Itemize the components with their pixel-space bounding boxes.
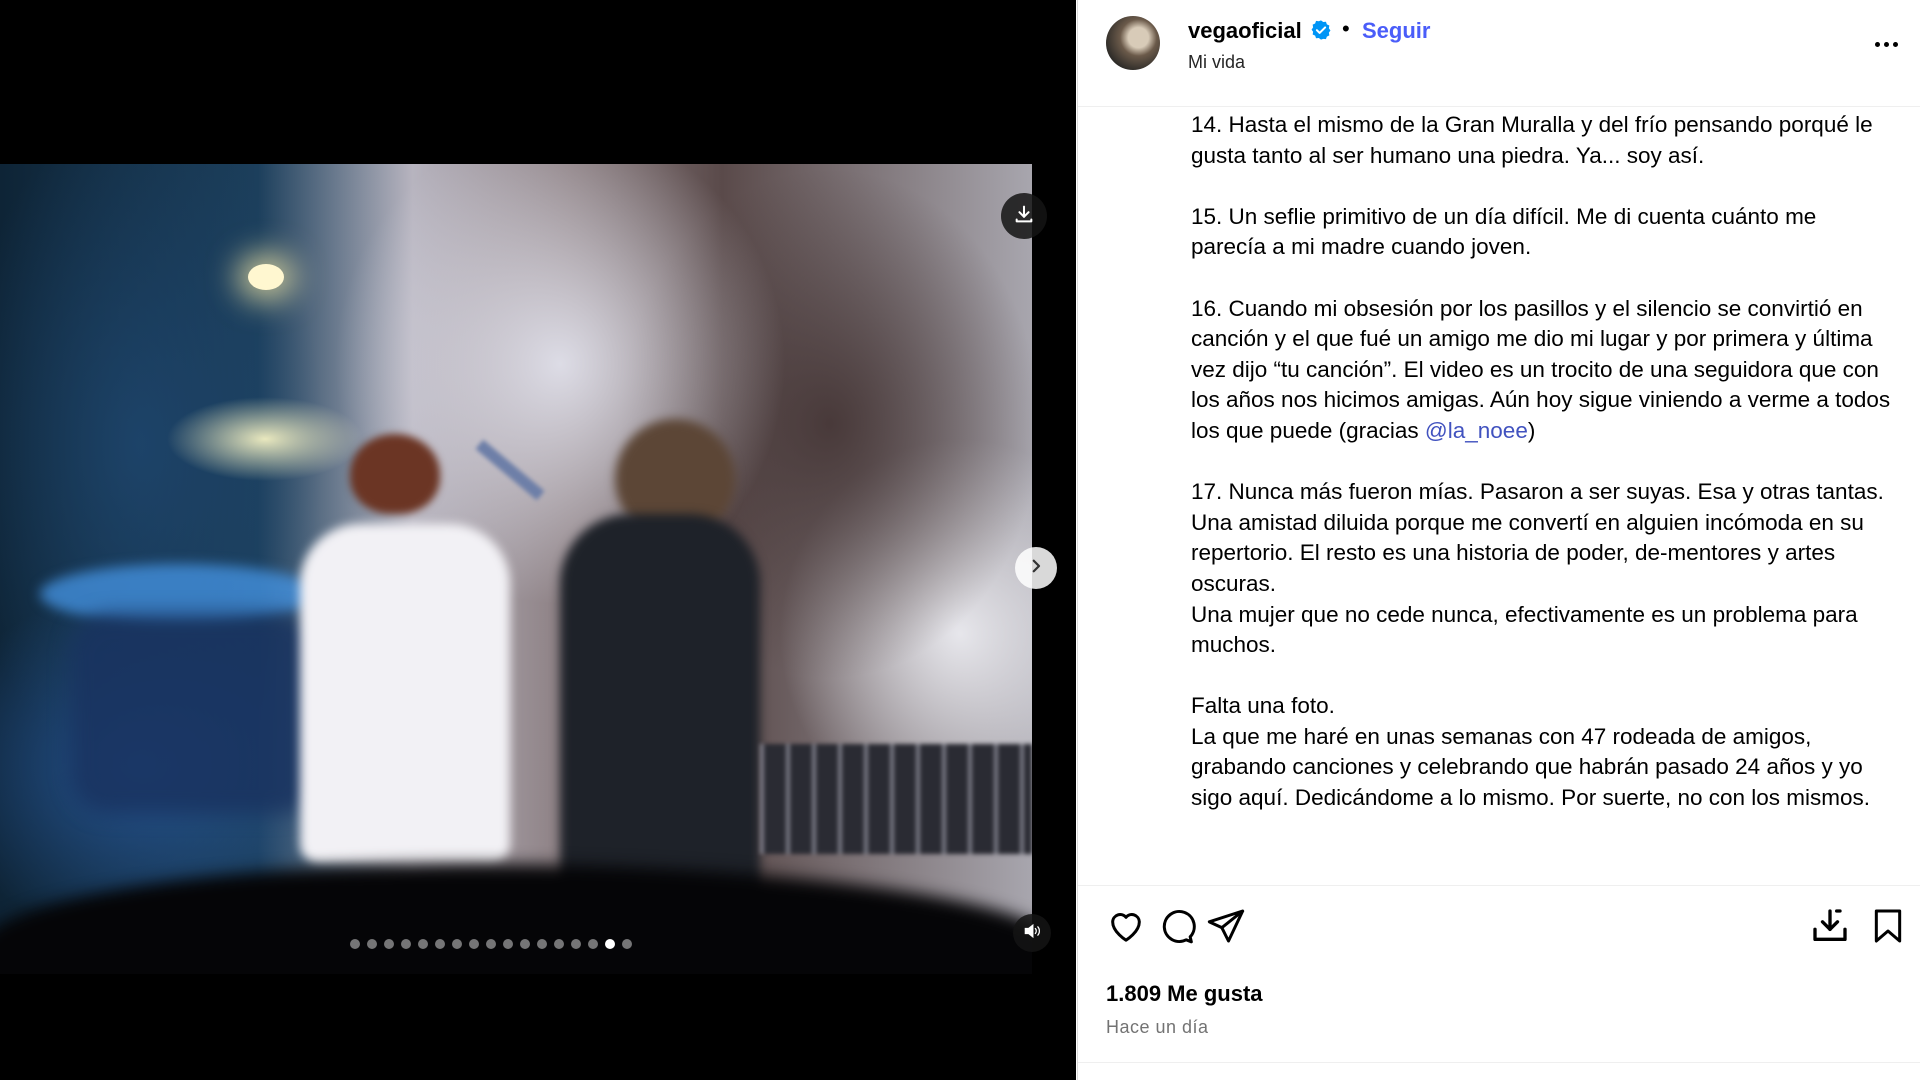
sound-toggle-button[interactable] [1013, 914, 1051, 952]
carousel-dot[interactable] [401, 939, 411, 949]
more-options-button[interactable] [1868, 26, 1904, 62]
bookmark-button[interactable] [1866, 906, 1910, 950]
caption-paragraph: Falta una foto. [1191, 693, 1335, 719]
divider [1078, 1062, 1920, 1063]
stage-truss [760, 744, 1032, 854]
drum-body [70, 614, 320, 814]
caption-text: 16. Cuando mi obsesión por los pasillos … [1191, 295, 1891, 443]
carousel-dot[interactable] [418, 939, 428, 949]
chevron-right-icon [1027, 557, 1045, 580]
more-icon-dot [1874, 41, 1880, 47]
carousel-dot[interactable] [367, 939, 377, 949]
verified-badge-icon [1310, 19, 1332, 41]
tray-download-icon [1810, 906, 1850, 951]
carousel-dot[interactable] [350, 939, 360, 949]
divider [1078, 885, 1920, 886]
carousel-dot[interactable] [486, 939, 496, 949]
post-header: vegaoficial • Seguir Mi vida [1078, 0, 1920, 107]
carousel-dot[interactable] [503, 939, 513, 949]
carousel-dot[interactable] [537, 939, 547, 949]
microphone-stand [475, 439, 545, 501]
bookmark-icon [1868, 906, 1908, 951]
post-subtitle[interactable]: Mi vida [1188, 52, 1245, 73]
comment-button[interactable] [1154, 906, 1198, 950]
media-viewer [0, 0, 1076, 1080]
save-download-button[interactable] [1808, 906, 1852, 950]
carousel-dot[interactable] [384, 939, 394, 949]
singer-woman-dress [300, 524, 510, 864]
follow-button[interactable]: Seguir [1362, 18, 1430, 44]
more-icon-dot [1883, 41, 1889, 47]
separator-dot: • [1342, 16, 1350, 41]
carousel-dot[interactable] [571, 939, 581, 949]
caption-paragraph: 16. Cuando mi obsesión por los pasillos … [1191, 294, 1891, 447]
next-slide-button[interactable] [1015, 547, 1057, 589]
carousel-dot[interactable] [469, 939, 479, 949]
carousel-dot[interactable] [554, 939, 564, 949]
avatar[interactable] [1106, 16, 1160, 70]
like-button[interactable] [1104, 906, 1148, 950]
carousel-dot[interactable] [520, 939, 530, 949]
crowd-silhouette [0, 864, 1032, 974]
carousel-dot[interactable] [622, 939, 632, 949]
caption-paragraph: La que me haré en unas semanas con 47 ro… [1191, 723, 1871, 811]
post-panel: vegaoficial • Seguir Mi vida 14. Hasta e… [1077, 0, 1920, 1080]
share-button[interactable] [1204, 906, 1248, 950]
caption-paragraph: 14. Hasta el mismo de la Gran Muralla y … [1191, 112, 1873, 168]
post-timestamp: Hace un día [1106, 1017, 1209, 1037]
username[interactable]: vegaoficial [1188, 18, 1302, 44]
download-button[interactable] [1001, 193, 1047, 239]
caption-paragraph: Una mujer que no cede nunca, efectivamen… [1191, 601, 1858, 658]
speaker-icon [1022, 921, 1042, 946]
user-mention-link[interactable]: @la_noee [1425, 418, 1528, 443]
carousel-dot[interactable] [588, 939, 598, 949]
video-player[interactable] [0, 164, 1032, 974]
more-icon-dot [1892, 41, 1898, 47]
stage-light [248, 264, 284, 290]
carousel-indicator [350, 936, 632, 952]
likes-count[interactable]: 1.809 Me gusta [1106, 981, 1263, 1007]
carousel-dot[interactable] [605, 939, 615, 949]
singer-woman-hair [350, 434, 440, 514]
carousel-dot[interactable] [452, 939, 462, 949]
caption-text: ) [1527, 417, 1536, 443]
caption-paragraph: 15. Un seflie primitivo de un día difíci… [1191, 203, 1817, 260]
comment-icon [1156, 906, 1196, 951]
caption-paragraph: 17. Nunca más fueron mías. Pasaron a ser… [1191, 479, 1884, 596]
download-icon [1013, 203, 1035, 230]
heart-icon [1106, 906, 1146, 951]
carousel-dot[interactable] [435, 939, 445, 949]
send-icon [1206, 906, 1246, 951]
post-caption: 14. Hasta el mismo de la Gran Muralla y … [1191, 110, 1891, 844]
